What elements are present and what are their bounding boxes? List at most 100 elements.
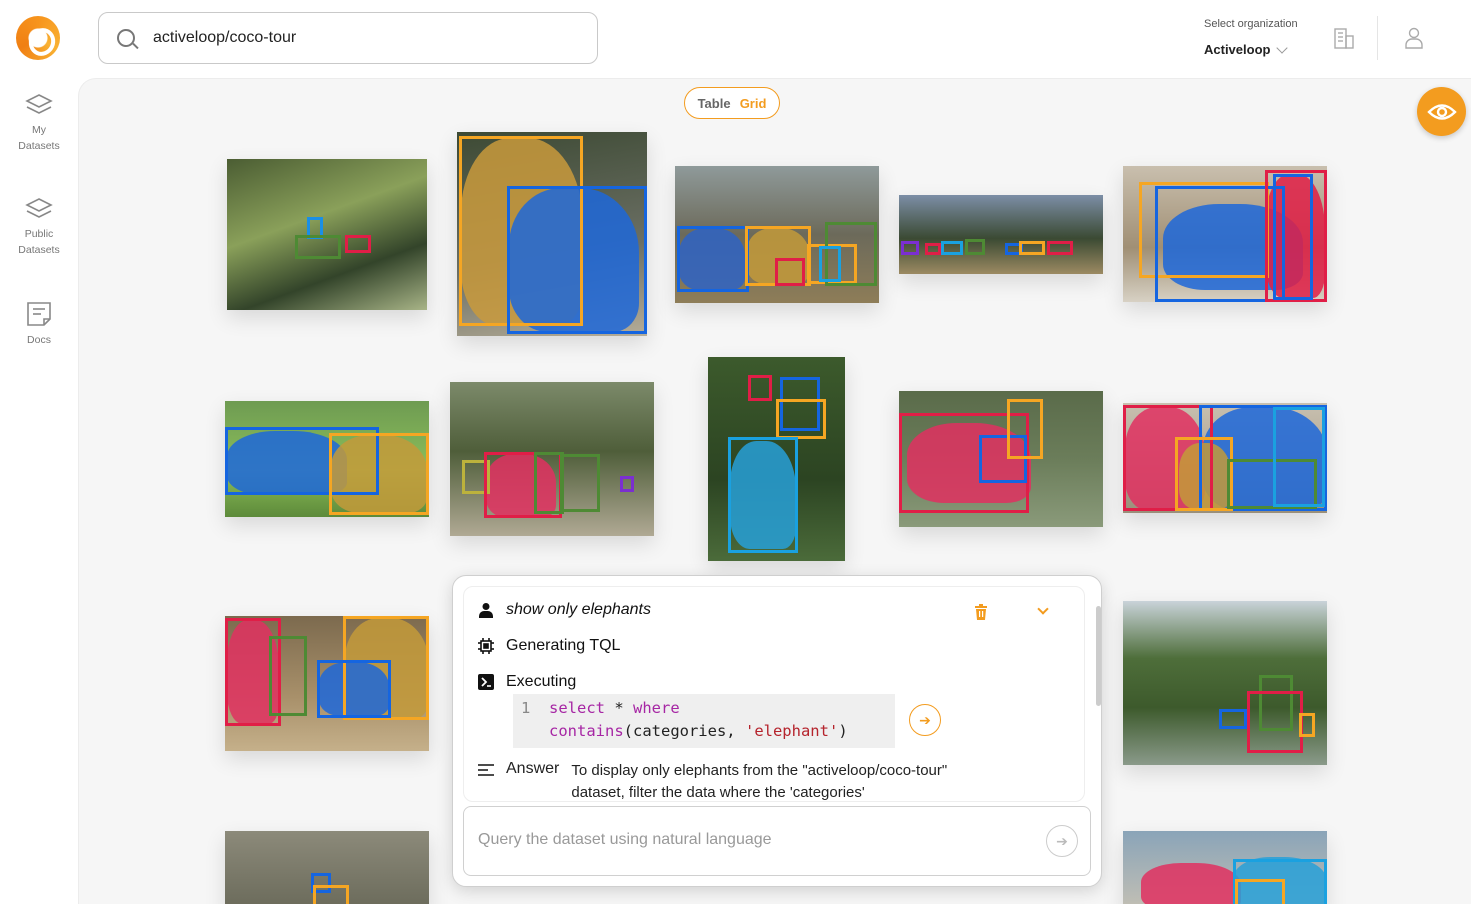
- send-query-button[interactable]: ➔: [1046, 825, 1078, 857]
- org-select-value[interactable]: Activeloop: [1204, 41, 1298, 57]
- executing-step-label: Executing: [506, 673, 577, 690]
- bounding-box: [775, 258, 805, 286]
- bounding-box: [1247, 691, 1303, 753]
- text-lines-icon: [478, 764, 494, 776]
- dataset-search-input[interactable]: [153, 29, 553, 47]
- bounding-box: [345, 235, 371, 253]
- sidebar-item-docs[interactable]: Docs: [0, 300, 78, 348]
- dataset-image-tile[interactable]: [225, 401, 429, 517]
- dataset-image-tile[interactable]: [708, 357, 845, 561]
- bounding-box: [941, 241, 963, 255]
- bounding-box: [1019, 241, 1045, 255]
- code-function: contains: [549, 722, 624, 740]
- dataset-image-tile[interactable]: [899, 195, 1103, 274]
- sidebar-label: Public: [24, 228, 54, 240]
- natural-language-query-input[interactable]: [478, 831, 1018, 849]
- bounding-box: [1047, 241, 1073, 255]
- code-line: contains(categories, 'elephant'): [521, 720, 895, 743]
- sidebar-item-my-datasets[interactable]: My Datasets: [0, 92, 78, 154]
- bounding-box: [1299, 713, 1315, 737]
- executing-step-row: Executing: [478, 673, 576, 691]
- activeloop-logo[interactable]: [16, 16, 60, 60]
- dataset-image-tile[interactable]: [1123, 601, 1327, 765]
- bounding-box: [1007, 399, 1043, 459]
- tql-code-block[interactable]: 1 select * where contains(categories, 'el…: [513, 694, 895, 748]
- bounding-box: [677, 226, 749, 292]
- trash-icon[interactable]: [974, 604, 988, 620]
- bounding-box: [1175, 437, 1233, 511]
- code-line: 1 select * where: [521, 697, 895, 720]
- org-select-label: Select organization: [1204, 18, 1298, 30]
- user-icon[interactable]: [1404, 27, 1424, 49]
- query-assistant-panel: show only elephants Generating TQL Execu…: [452, 575, 1102, 887]
- bounding-box: [1273, 174, 1313, 300]
- dataset-image-tile[interactable]: [450, 382, 654, 536]
- bounding-box: [507, 186, 647, 334]
- chevron-down-icon: [1276, 41, 1289, 54]
- layers-icon: [25, 94, 53, 114]
- user-message-text: show only elephants: [506, 601, 651, 618]
- dataset-image-tile[interactable]: [1123, 166, 1327, 302]
- bounding-box: [313, 885, 349, 904]
- query-input-box[interactable]: ➔: [463, 806, 1091, 876]
- sidebar-label: Datasets: [18, 244, 60, 256]
- sidebar-label: Datasets: [18, 140, 60, 152]
- dataset-image-tile[interactable]: [675, 166, 879, 303]
- organization-selector[interactable]: Select organization Activeloop: [1204, 18, 1298, 57]
- bounding-box: [329, 433, 429, 515]
- dataset-image-tile[interactable]: [899, 391, 1103, 527]
- generating-step-label: Generating TQL: [506, 637, 621, 654]
- grid-view-option[interactable]: Grid: [740, 96, 767, 111]
- bounding-box: [269, 636, 307, 716]
- bounding-box: [925, 243, 941, 255]
- sidebar-label: Docs: [27, 334, 51, 346]
- building-icon[interactable]: [1333, 27, 1355, 49]
- dataset-image-tile[interactable]: [457, 132, 647, 336]
- collapse-chevron-icon[interactable]: [1037, 603, 1049, 615]
- bounding-box: [776, 399, 826, 439]
- eye-icon: [1426, 103, 1457, 120]
- search-icon: [117, 29, 135, 47]
- line-number: 1: [521, 699, 531, 717]
- code-string: 'elephant': [744, 722, 839, 740]
- code-star: *: [605, 699, 633, 717]
- bounding-box: [620, 476, 634, 492]
- bounding-box: [1219, 709, 1247, 729]
- bounding-box: [1235, 879, 1285, 904]
- answer-label: Answer: [506, 760, 560, 777]
- segmentation-mask: [1141, 863, 1241, 904]
- code-keyword: where: [633, 699, 680, 717]
- bounding-box: [748, 375, 772, 401]
- org-name: Activeloop: [1204, 42, 1271, 57]
- arrow-right-icon: ➔: [1056, 832, 1068, 849]
- document-icon: [27, 302, 51, 326]
- bounding-box: [965, 239, 985, 255]
- code-args: ): [838, 722, 848, 740]
- chip-icon: [478, 638, 494, 654]
- view-mode-toggle[interactable]: Table Grid: [684, 87, 780, 119]
- dataset-image-tile[interactable]: [225, 831, 429, 904]
- sidebar-label: My: [32, 124, 46, 136]
- conversation-scrollbar[interactable]: [1096, 606, 1101, 706]
- dataset-search-bar[interactable]: [98, 12, 598, 64]
- bounding-box: [560, 454, 600, 512]
- code-args: (categories,: [623, 722, 745, 740]
- bounding-box: [901, 241, 919, 255]
- dataset-image-tile[interactable]: [1123, 403, 1327, 513]
- dataset-image-tile[interactable]: [1123, 831, 1327, 904]
- arrow-right-icon: ➔: [919, 711, 931, 728]
- sidebar-item-public-datasets[interactable]: Public Datasets: [0, 196, 78, 258]
- table-view-option[interactable]: Table: [698, 96, 731, 111]
- bounding-box: [317, 660, 391, 718]
- bounding-box: [728, 437, 798, 553]
- dataset-image-tile[interactable]: [225, 616, 429, 751]
- header-divider: [1377, 16, 1378, 60]
- bounding-box: [295, 235, 341, 259]
- conversation-area: show only elephants Generating TQL Execu…: [463, 586, 1085, 802]
- run-query-button[interactable]: ➔: [909, 704, 941, 736]
- visibility-toggle-button[interactable]: [1417, 87, 1466, 136]
- dataset-image-tile[interactable]: [227, 159, 427, 310]
- bounding-box: [819, 246, 841, 282]
- app-window: Select organization Activeloop My Datase…: [0, 0, 1471, 904]
- answer-row: Answer To display only elephants from th…: [478, 760, 951, 801]
